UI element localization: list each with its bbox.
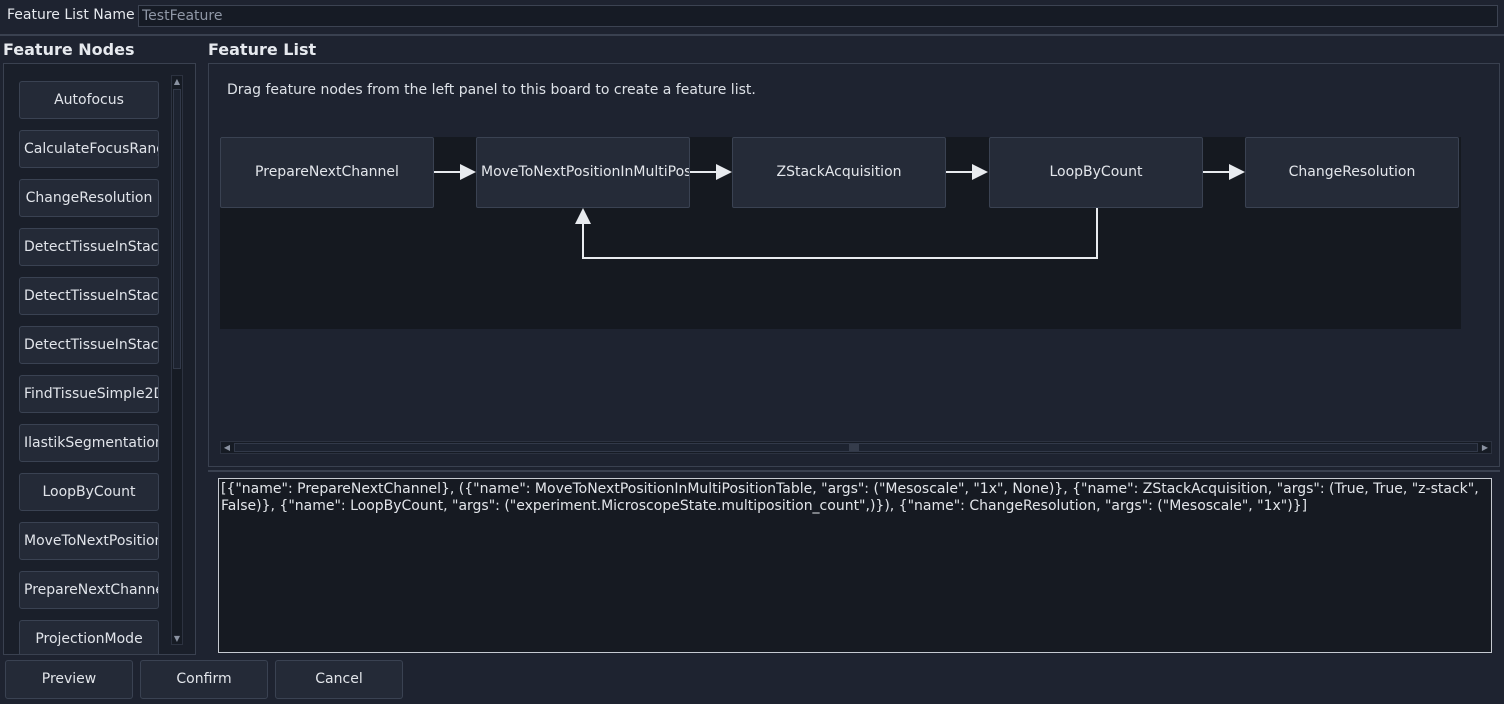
scroll-up-arrow-icon[interactable]: ▲ [172,76,182,87]
confirm-button[interactable]: Confirm [140,660,268,699]
feature-list-name-input[interactable] [138,5,1498,27]
feature-list-name-label: Feature List Name [7,7,135,23]
flow-node-change-resolution[interactable]: ChangeResolution [1245,137,1459,208]
feature-list-board[interactable]: Drag feature nodes from the left panel t… [208,63,1500,467]
feature-list-code-text[interactable]: [{"name": PrepareNextChannel}, ({"name":… [218,478,1492,653]
nodes-scroll-thumb[interactable] [173,89,181,369]
arrow-right-icon [1229,164,1245,180]
feature-nodes-list: Autofocus CalculateFocusRange ChangeReso… [4,64,170,654]
feature-nodes-title: Feature Nodes [3,40,135,59]
board-hint-text: Drag feature nodes from the left panel t… [227,82,756,98]
flow-node-loop-by-count[interactable]: LoopByCount [989,137,1203,208]
node-button-find-tissue[interactable]: FindTissueSimple2D [19,375,159,413]
node-button-prepare-next-channel[interactable]: PrepareNextChannel [19,571,159,609]
feature-nodes-panel: Autofocus CalculateFocusRange ChangeReso… [3,63,196,655]
scroll-down-arrow-icon[interactable]: ▼ [172,633,182,644]
node-button-detect-tissue-1[interactable]: DetectTissueInStack [19,228,159,266]
node-button-projection-mode[interactable]: ProjectionMode [19,620,159,654]
nodes-vertical-scrollbar[interactable]: ▲ ▼ [171,75,183,645]
loop-back-line [582,208,1098,259]
node-button-calculate-focus-range[interactable]: CalculateFocusRange [19,130,159,168]
name-row: Feature List Name [0,0,1504,33]
node-button-detect-tissue-3[interactable]: DetectTissueInStackAndRecord [19,326,159,364]
flow-node-zstack-acquisition[interactable]: ZStackAcquisition [732,137,946,208]
node-button-autofocus[interactable]: Autofocus [19,81,159,119]
node-button-change-resolution[interactable]: ChangeResolution [19,179,159,217]
arrow-up-icon [575,208,591,224]
feature-list-editor: Feature List Name Feature Nodes Autofocu… [0,0,1504,704]
scroll-left-arrow-icon[interactable]: ◀ [221,442,233,453]
feature-flow-canvas[interactable]: PrepareNextChannel MoveToNextPositionInM… [220,137,1461,329]
cancel-button[interactable]: Cancel [275,660,403,699]
flow-node-move-to-next-position[interactable]: MoveToNextPositionInMultiPositionTable [476,137,690,208]
header-divider [0,34,1504,36]
arrow-right-icon [716,164,732,180]
scroll-grip-icon [849,444,859,451]
node-button-move-to-next-position[interactable]: MoveToNextPositionInMultiPositionTable [19,522,159,560]
node-button-detect-tissue-2[interactable]: DetectTissueInStackAndReturn [19,277,159,315]
scroll-right-arrow-icon[interactable]: ▶ [1479,442,1491,453]
board-divider [208,470,1500,472]
flow-node-prepare-next-channel[interactable]: PrepareNextChannel [220,137,434,208]
preview-button[interactable]: Preview [5,660,133,699]
arrow-right-icon [460,164,476,180]
arrow-right-icon [972,164,988,180]
board-horizontal-scrollbar[interactable]: ◀ ▶ [220,441,1492,454]
node-button-loop-by-count[interactable]: LoopByCount [19,473,159,511]
node-button-ilastik-segmentation[interactable]: IlastikSegmentation [19,424,159,462]
feature-list-title: Feature List [208,40,317,59]
